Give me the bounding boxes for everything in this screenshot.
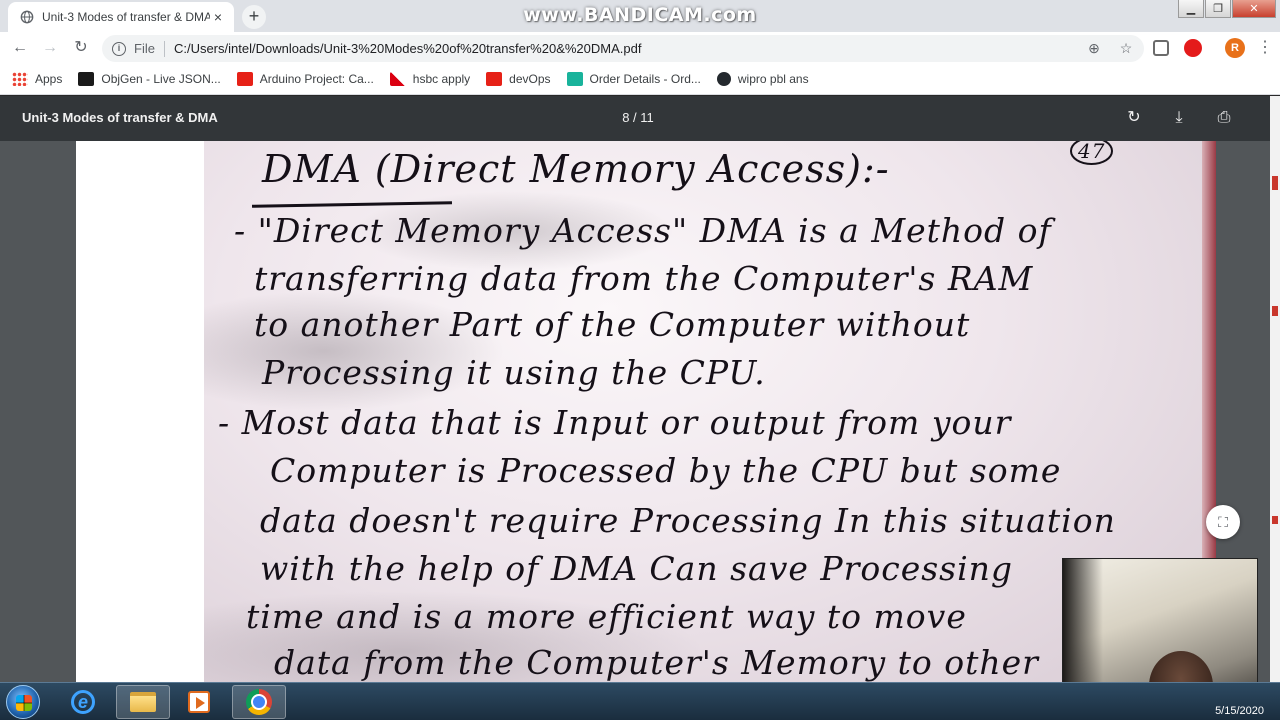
apps-grid-icon (12, 72, 28, 86)
minimize-icon[interactable]: ▁ (1178, 0, 1204, 18)
bookmarks-bar: Apps ObjGen - Live JSON... Arduino Proje… (0, 64, 1280, 95)
handwritten-line: time and is a more efficient way to move (246, 597, 967, 636)
bookmark-objgen[interactable]: ObjGen - Live JSON... (78, 72, 221, 86)
handwritten-line: to another Part of the Computer without (254, 305, 971, 344)
handwritten-line: - "Direct Memory Access" DMA is a Method… (234, 211, 1052, 250)
extension-shield-icon[interactable] (1153, 40, 1169, 56)
url-text[interactable]: C:/Users/intel/Downloads/Unit-3%20Modes%… (174, 41, 642, 56)
folder-icon (130, 692, 156, 712)
handwritten-heading: DMA (Direct Memory Access):- (262, 147, 890, 191)
bookmark-star-icon[interactable]: ☆ (1118, 40, 1134, 56)
address-bar[interactable]: i File C:/Users/intel/Downloads/Unit-3%2… (102, 35, 1144, 62)
handwritten-line: Computer is Processed by the CPU but som… (270, 451, 1062, 490)
window-controls: ▁ ❐ ✕ (1177, 0, 1276, 18)
bookmark-devops[interactable]: devOps (486, 72, 551, 86)
windows-logo-icon (16, 695, 32, 711)
hsbc-icon (389, 72, 406, 86)
handwritten-line: transferring data from the Computer's RA… (254, 259, 1034, 298)
taskbar-file-explorer[interactable] (116, 685, 170, 719)
menu-dots-icon[interactable]: ⋮ (1257, 38, 1273, 58)
github-icon (716, 72, 731, 86)
bookmark-label: hsbc apply (412, 72, 471, 86)
handwritten-line: - Most data that is Input or output from… (218, 403, 1012, 442)
url-scheme: File (134, 41, 155, 56)
bookmark-arduino[interactable]: Arduino Project: Ca... (236, 72, 374, 86)
bookmark-label: devOps (509, 72, 551, 86)
bookmark-order-details[interactable]: Order Details - Ord... (566, 72, 701, 86)
zoom-icon[interactable]: ⊕ (1086, 40, 1102, 56)
pdf-title: Unit-3 Modes of transfer & DMA (22, 110, 218, 125)
strip-mark (1272, 306, 1278, 316)
handwritten-line: data from the Computer's Memory to other (274, 643, 1039, 682)
order-icon (566, 72, 583, 86)
reload-icon[interactable]: ↻ (71, 38, 91, 58)
bookmark-label: wipro pbl ans (737, 72, 809, 86)
handwritten-line: with the help of DMA Can save Processing (260, 549, 1014, 588)
start-button[interactable] (6, 685, 40, 719)
pdf-page: 47 DMA (Direct Memory Access):- - "Direc… (76, 141, 1216, 682)
omnibox-divider (163, 40, 165, 57)
globe-icon (20, 10, 34, 24)
tab-title: Unit-3 Modes of transfer & DMA (42, 10, 210, 24)
bookmark-label: ObjGen - Live JSON... (101, 72, 221, 86)
strip-mark (1272, 516, 1278, 524)
media-player-icon (188, 691, 210, 713)
taskbar-chrome[interactable] (232, 685, 286, 719)
browser-tab[interactable]: Unit-3 Modes of transfer & DMA × (8, 2, 234, 32)
rotate-icon[interactable]: ↻ (1124, 108, 1144, 128)
handwritten-line: Processing it using the CPU. (262, 353, 766, 392)
site-info-icon[interactable]: i (112, 41, 126, 56)
extension-opera-icon[interactable] (1184, 39, 1202, 57)
strip-mark (1272, 176, 1278, 190)
chrome-icon (246, 689, 272, 715)
forward-icon[interactable]: → (40, 38, 60, 58)
download-icon[interactable]: ⤓ (1169, 108, 1189, 128)
bookmark-wipro[interactable]: wipro pbl ans (716, 72, 809, 86)
bookmark-apps[interactable]: Apps (12, 72, 62, 86)
windows-taskbar: e 5/15/2020 (0, 682, 1280, 720)
close-tab-icon[interactable]: × (210, 9, 226, 25)
omnibox-actions: ⊕ ☆ (1086, 40, 1134, 56)
fit-to-page-icon[interactable]: ⛶ (1206, 505, 1240, 539)
handwritten-line: data doesn't require Processing In this … (260, 501, 1116, 540)
back-icon[interactable]: ← (10, 38, 30, 58)
bookmark-label: Arduino Project: Ca... (259, 72, 374, 86)
tab-strip: Unit-3 Modes of transfer & DMA × + www.B… (0, 0, 1280, 32)
restore-icon[interactable]: ❐ (1205, 0, 1231, 18)
internet-explorer-icon: e (71, 690, 95, 714)
bookmark-hsbc[interactable]: hsbc apply (389, 72, 471, 86)
close-window-icon[interactable]: ✕ (1232, 0, 1276, 18)
bookmark-label: Apps (35, 72, 63, 86)
bookmark-label: Order Details - Ord... (589, 72, 701, 86)
pdf-toolbar: Unit-3 Modes of transfer & DMA 8 / 11 ↻ … (0, 96, 1270, 141)
side-strip (1270, 96, 1280, 682)
youtube-icon (486, 72, 503, 86)
taskbar-media-player[interactable] (172, 685, 226, 719)
taskbar-internet-explorer[interactable]: e (56, 685, 110, 719)
system-clock-date[interactable]: 5/15/2020 (1215, 705, 1264, 717)
profile-avatar[interactable]: R (1225, 38, 1245, 58)
page-indicator[interactable]: 8 / 11 (610, 110, 666, 125)
youtube-icon (236, 72, 253, 86)
new-tab-button[interactable]: + (242, 5, 266, 29)
browser-toolbar: ← → ↻ i File C:/Users/intel/Downloads/Un… (0, 32, 1280, 64)
objgen-icon (78, 72, 95, 86)
print-icon[interactable]: ⎙ (1214, 108, 1234, 128)
